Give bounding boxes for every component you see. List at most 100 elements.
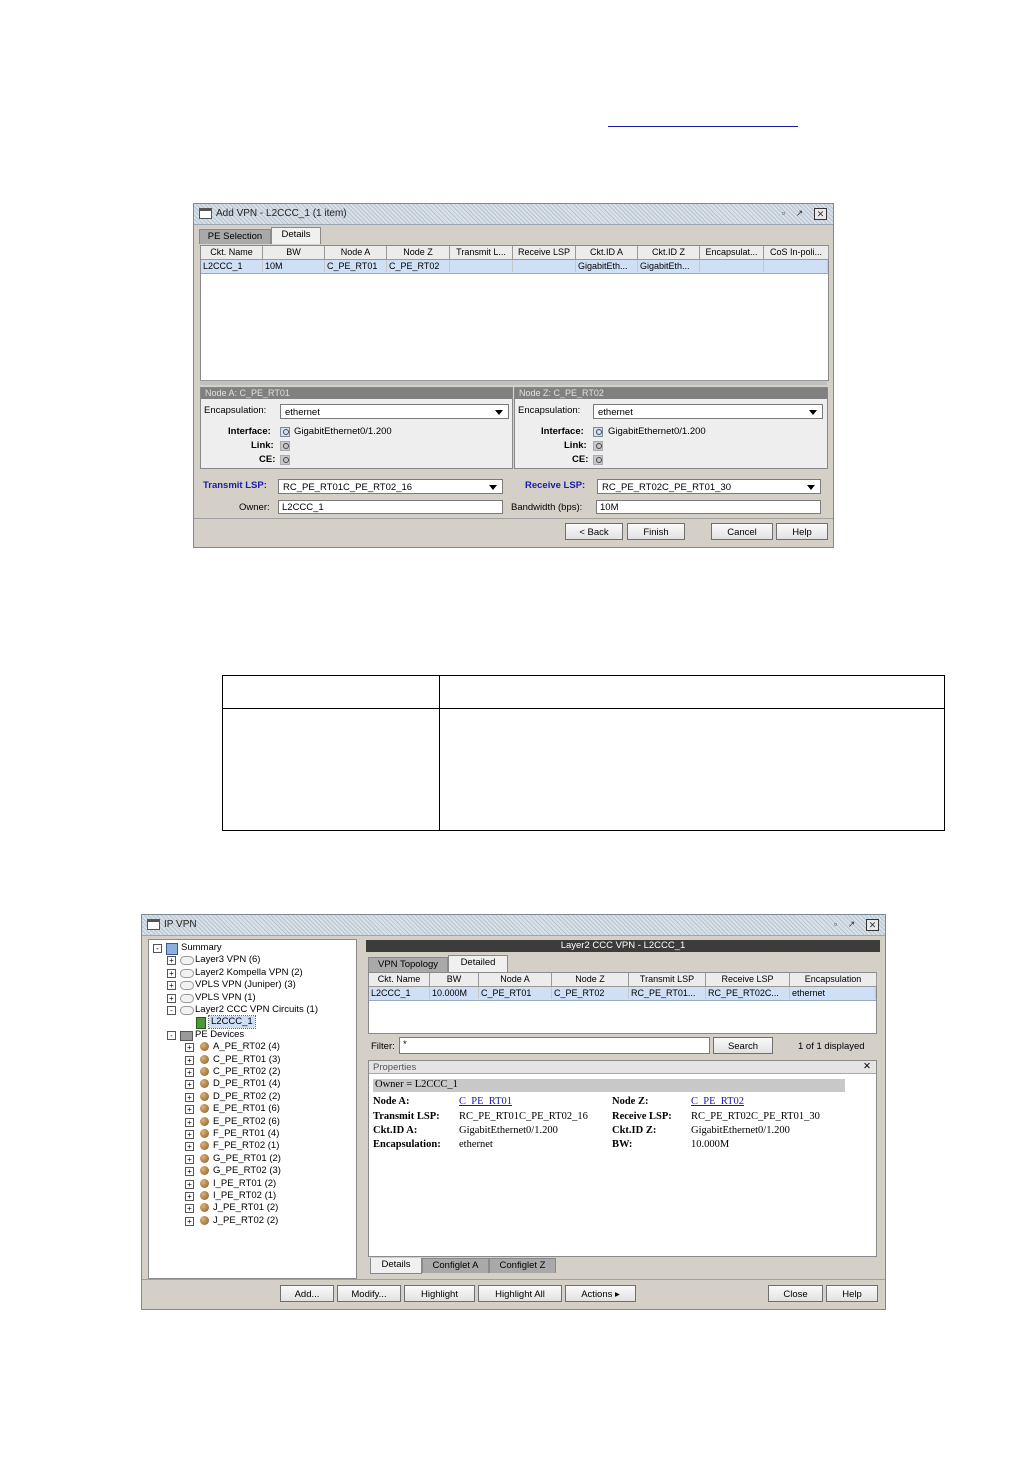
table-row[interactable]: L2CCC_1 10M C_PE_RT01 C_PE_RT02 GigabitE… <box>201 260 828 274</box>
maximize-icon[interactable]: ↗ <box>794 208 805 218</box>
tab-details[interactable]: Details <box>271 227 321 244</box>
back-button[interactable]: < Back <box>565 523 623 540</box>
router-icon <box>200 1191 209 1200</box>
owner-input[interactable]: L2CCC_1 <box>278 500 503 514</box>
expand-icon[interactable]: + <box>185 1192 194 1201</box>
column-header[interactable]: Ckt.ID Z <box>638 246 700 260</box>
search-button[interactable]: Search <box>713 1037 773 1054</box>
table-row[interactable]: L2CCC_1 10.000M C_PE_RT01 C_PE_RT02 RC_P… <box>369 987 876 1001</box>
tree-node-label: Layer3 VPN (6) <box>195 954 261 966</box>
tab-details[interactable]: Details <box>370 1258 422 1274</box>
column-header[interactable]: Ckt. Name <box>369 973 430 987</box>
minimize-icon[interactable]: ▫ <box>778 208 789 218</box>
actions-button[interactable]: Actions ▸ <box>565 1285 636 1302</box>
collapse-icon[interactable]: - <box>153 944 162 953</box>
table-cell: L2CCC_1 <box>201 260 263 272</box>
expand-icon[interactable]: + <box>185 1154 194 1164</box>
filter-input[interactable]: * <box>399 1037 710 1054</box>
cancel-button[interactable]: Cancel <box>711 523 773 540</box>
close-icon[interactable]: ✕ <box>863 1061 871 1072</box>
expand-icon[interactable]: + <box>185 1105 194 1115</box>
receive-lsp-select[interactable]: RC_PE_RT02C_PE_RT01_30 <box>597 479 821 494</box>
collapse-icon[interactable]: - <box>167 1006 176 1015</box>
column-header[interactable]: Ckt. Name <box>201 246 263 260</box>
collapse-icon[interactable]: - <box>167 1030 176 1040</box>
expand-icon[interactable]: + <box>185 1179 194 1189</box>
button-bar <box>194 518 833 519</box>
router-icon <box>200 1203 209 1213</box>
search-icon[interactable] <box>593 441 603 451</box>
column-header[interactable]: BW <box>430 973 479 987</box>
node-a-link[interactable]: C_PE_RT01 <box>459 1096 512 1107</box>
column-header[interactable]: Receive LSP <box>706 973 790 987</box>
top-link[interactable] <box>608 112 798 127</box>
expand-icon[interactable]: + <box>167 968 176 978</box>
close-icon[interactable]: ✕ <box>814 208 827 220</box>
tab-configlet-z[interactable]: Configlet Z <box>489 1258 556 1273</box>
column-header[interactable]: Ckt.ID A <box>576 246 638 260</box>
circuits-table: Ckt. Name BW Node A Node Z Transmit L...… <box>200 245 829 381</box>
expand-icon[interactable]: + <box>185 1117 194 1127</box>
column-header[interactable]: Transmit LSP <box>629 973 706 987</box>
expand-icon[interactable]: + <box>185 1204 194 1214</box>
expand-icon[interactable]: + <box>185 1068 194 1077</box>
column-header[interactable]: Node A <box>325 246 387 260</box>
column-header[interactable]: Receive LSP <box>513 246 576 260</box>
column-header[interactable]: Encapsulat... <box>700 246 764 260</box>
node-a-encapsulation-select[interactable]: ethernet <box>280 404 509 419</box>
bandwidth-input[interactable]: 10M <box>596 500 821 514</box>
expand-icon[interactable]: + <box>185 1167 194 1177</box>
cloud-icon <box>180 1006 194 1015</box>
expand-icon[interactable]: + <box>185 1216 194 1226</box>
search-icon[interactable] <box>280 441 290 451</box>
column-header[interactable]: CoS In-poli... <box>764 246 829 260</box>
minimize-icon[interactable]: ▫ <box>830 919 841 929</box>
expand-icon[interactable]: + <box>185 1130 194 1139</box>
tab-pe-selection[interactable]: PE Selection <box>199 229 271 244</box>
finish-button[interactable]: Finish <box>627 523 685 540</box>
expand-icon[interactable]: + <box>185 1080 194 1090</box>
tab-detailed[interactable]: Detailed <box>448 955 508 972</box>
modify-button[interactable]: Modify... <box>337 1285 401 1302</box>
help-button[interactable]: Help <box>826 1285 878 1302</box>
window-title: IP VPN <box>164 919 197 930</box>
highlight-button[interactable]: Highlight <box>404 1285 475 1302</box>
expand-icon[interactable]: + <box>167 981 176 991</box>
encapsulation-label: Encapsulation: <box>204 405 267 416</box>
node-z-link[interactable]: C_PE_RT02 <box>691 1096 744 1107</box>
column-header[interactable]: Node A <box>479 973 552 987</box>
column-header[interactable]: Transmit L... <box>450 246 513 260</box>
search-icon[interactable] <box>280 427 290 437</box>
tab-configlet-a[interactable]: Configlet A <box>422 1258 489 1273</box>
add-button[interactable]: Add... <box>280 1285 334 1302</box>
expand-icon[interactable]: + <box>185 1142 194 1152</box>
table-cell: C_PE_RT01 <box>325 260 387 272</box>
column-header[interactable]: Node Z <box>552 973 629 987</box>
search-icon[interactable] <box>593 455 603 465</box>
transmit-lsp-select[interactable]: RC_PE_RT01C_PE_RT02_16 <box>278 479 503 494</box>
search-icon[interactable] <box>593 427 603 437</box>
expand-icon[interactable]: + <box>167 993 176 1003</box>
expand-icon[interactable]: + <box>167 956 176 966</box>
dialog-titlebar[interactable]: Add VPN - L2CCC_1 (1 item) ▫ ↗ ✕ <box>194 204 833 225</box>
column-header[interactable]: Node Z <box>387 246 450 260</box>
tab-vpn-topology[interactable]: VPN Topology <box>368 957 448 972</box>
column-header[interactable]: BW <box>263 246 325 260</box>
expand-icon[interactable]: + <box>185 1043 194 1053</box>
router-icon <box>200 1079 209 1089</box>
close-button[interactable]: Close <box>768 1285 823 1302</box>
node-z-encapsulation-select[interactable]: ethernet <box>593 404 823 419</box>
column-header[interactable]: Encapsulation <box>790 973 877 987</box>
tree-node-label: I_PE_RT01 (2) <box>213 1177 277 1189</box>
cloud-icon <box>180 981 194 991</box>
close-icon[interactable]: ✕ <box>866 919 879 931</box>
node-z-encapsulation-value: ethernet <box>598 407 633 418</box>
highlight-all-button[interactable]: Highlight All <box>478 1285 562 1302</box>
split-handle[interactable] <box>200 380 827 385</box>
expand-icon[interactable]: + <box>185 1092 194 1102</box>
expand-icon[interactable]: + <box>185 1055 194 1065</box>
search-icon[interactable] <box>280 455 290 465</box>
maximize-icon[interactable]: ↗ <box>846 919 857 929</box>
help-button[interactable]: Help <box>776 523 828 540</box>
window-titlebar[interactable]: IP VPN ▫ ↗ ✕ <box>142 915 885 936</box>
